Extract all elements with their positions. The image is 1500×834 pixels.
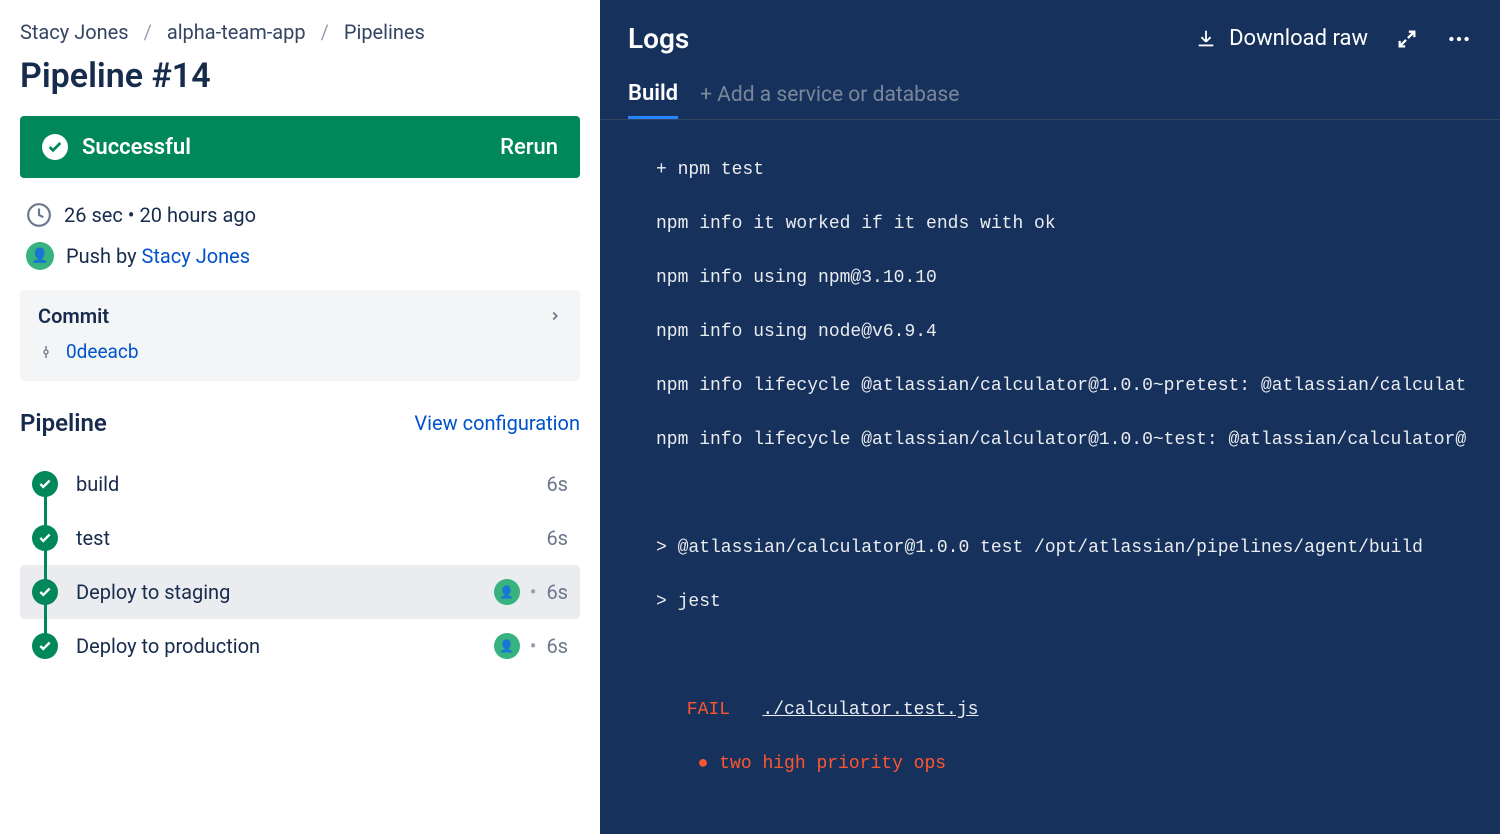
breadcrumb-separator: / <box>321 20 329 44</box>
separator-dot: • <box>530 634 537 658</box>
log-line: > jest <box>600 589 1500 616</box>
step-success-icon <box>32 471 58 497</box>
commit-section[interactable]: Commit 0deeacb <box>20 290 580 381</box>
timestamp-value: 20 hours ago <box>140 203 256 227</box>
success-check-icon <box>42 134 68 160</box>
step-success-icon <box>32 633 58 659</box>
breadcrumb-section[interactable]: Pipelines <box>344 20 425 44</box>
expand-icon[interactable] <box>1396 28 1418 50</box>
push-by-label: Push by <box>66 244 137 268</box>
avatar: 👤 <box>494 633 520 659</box>
git-commit-icon <box>38 344 54 360</box>
page-title: Pipeline #14 <box>20 56 580 96</box>
avatar: 👤 <box>494 579 520 605</box>
chevron-right-icon <box>548 304 562 328</box>
pipeline-step[interactable]: Deploy to staging 👤 • 6s <box>20 565 580 619</box>
log-line: + npm test <box>600 157 1500 184</box>
step-success-icon <box>32 525 58 551</box>
download-icon <box>1195 28 1217 50</box>
duration-row: 26 sec • 20 hours ago <box>26 202 574 228</box>
pipeline-step[interactable]: build 6s <box>20 457 580 511</box>
clock-icon <box>26 202 52 228</box>
step-duration: 6s <box>546 580 568 604</box>
add-service-button[interactable]: + Add a service or database <box>700 83 959 117</box>
tab-build[interactable]: Build <box>628 81 678 119</box>
avatar: 👤 <box>26 242 54 270</box>
step-name: Deploy to staging <box>76 580 230 604</box>
log-line: ● two high priority ops <box>600 751 1500 778</box>
log-line: npm info it worked if it ends with ok <box>600 211 1500 238</box>
rerun-button[interactable]: Rerun <box>500 135 558 160</box>
log-line: npm info lifecycle @atlassian/calculator… <box>600 427 1500 454</box>
log-line: npm info using node@v6.9.4 <box>600 319 1500 346</box>
logs-title: Logs <box>628 22 689 55</box>
pipeline-step[interactable]: test 6s <box>20 511 580 565</box>
breadcrumb: Stacy Jones / alpha-team-app / Pipelines <box>20 20 580 44</box>
step-duration: 6s <box>546 634 568 658</box>
log-line: FAIL ./calculator.test.js <box>600 697 1500 724</box>
log-line <box>600 805 1500 832</box>
author-link[interactable]: Stacy Jones <box>142 244 251 268</box>
log-line: > @atlassian/calculator@1.0.0 test /opt/… <box>600 535 1500 562</box>
pipeline-step[interactable]: Deploy to production 👤 • 6s <box>20 619 580 673</box>
view-configuration-link[interactable]: View configuration <box>414 411 580 435</box>
download-raw-button[interactable]: Download raw <box>1195 26 1368 51</box>
step-name: Deploy to production <box>76 634 260 658</box>
pipeline-steps: build 6s test 6s Deploy to staging 👤 • 6… <box>20 457 580 673</box>
status-label: Successful <box>82 135 191 160</box>
log-line <box>600 481 1500 508</box>
log-line: npm info lifecycle @atlassian/calculator… <box>600 373 1500 400</box>
step-duration: 6s <box>546 526 568 550</box>
commit-hash-link[interactable]: 0deeacb <box>66 340 139 363</box>
breadcrumb-user[interactable]: Stacy Jones <box>20 20 129 44</box>
log-line: npm info using npm@3.10.10 <box>600 265 1500 292</box>
separator-dot: • <box>530 580 537 604</box>
step-name: build <box>76 472 119 496</box>
step-duration: 6s <box>546 472 568 496</box>
author-row: 👤 Push by Stacy Jones <box>26 242 574 270</box>
breadcrumb-separator: / <box>144 20 152 44</box>
step-name: test <box>76 526 110 550</box>
status-bar: Successful Rerun <box>20 116 580 178</box>
step-success-icon <box>32 579 58 605</box>
more-icon[interactable] <box>1446 26 1472 52</box>
pipeline-section-label: Pipeline <box>20 409 107 437</box>
breadcrumb-repo[interactable]: alpha-team-app <box>167 20 306 44</box>
log-line <box>600 643 1500 670</box>
log-output[interactable]: + npm test npm info it worked if it ends… <box>600 120 1500 834</box>
duration-value: 26 sec <box>64 203 123 227</box>
commit-header-label: Commit <box>38 304 109 328</box>
